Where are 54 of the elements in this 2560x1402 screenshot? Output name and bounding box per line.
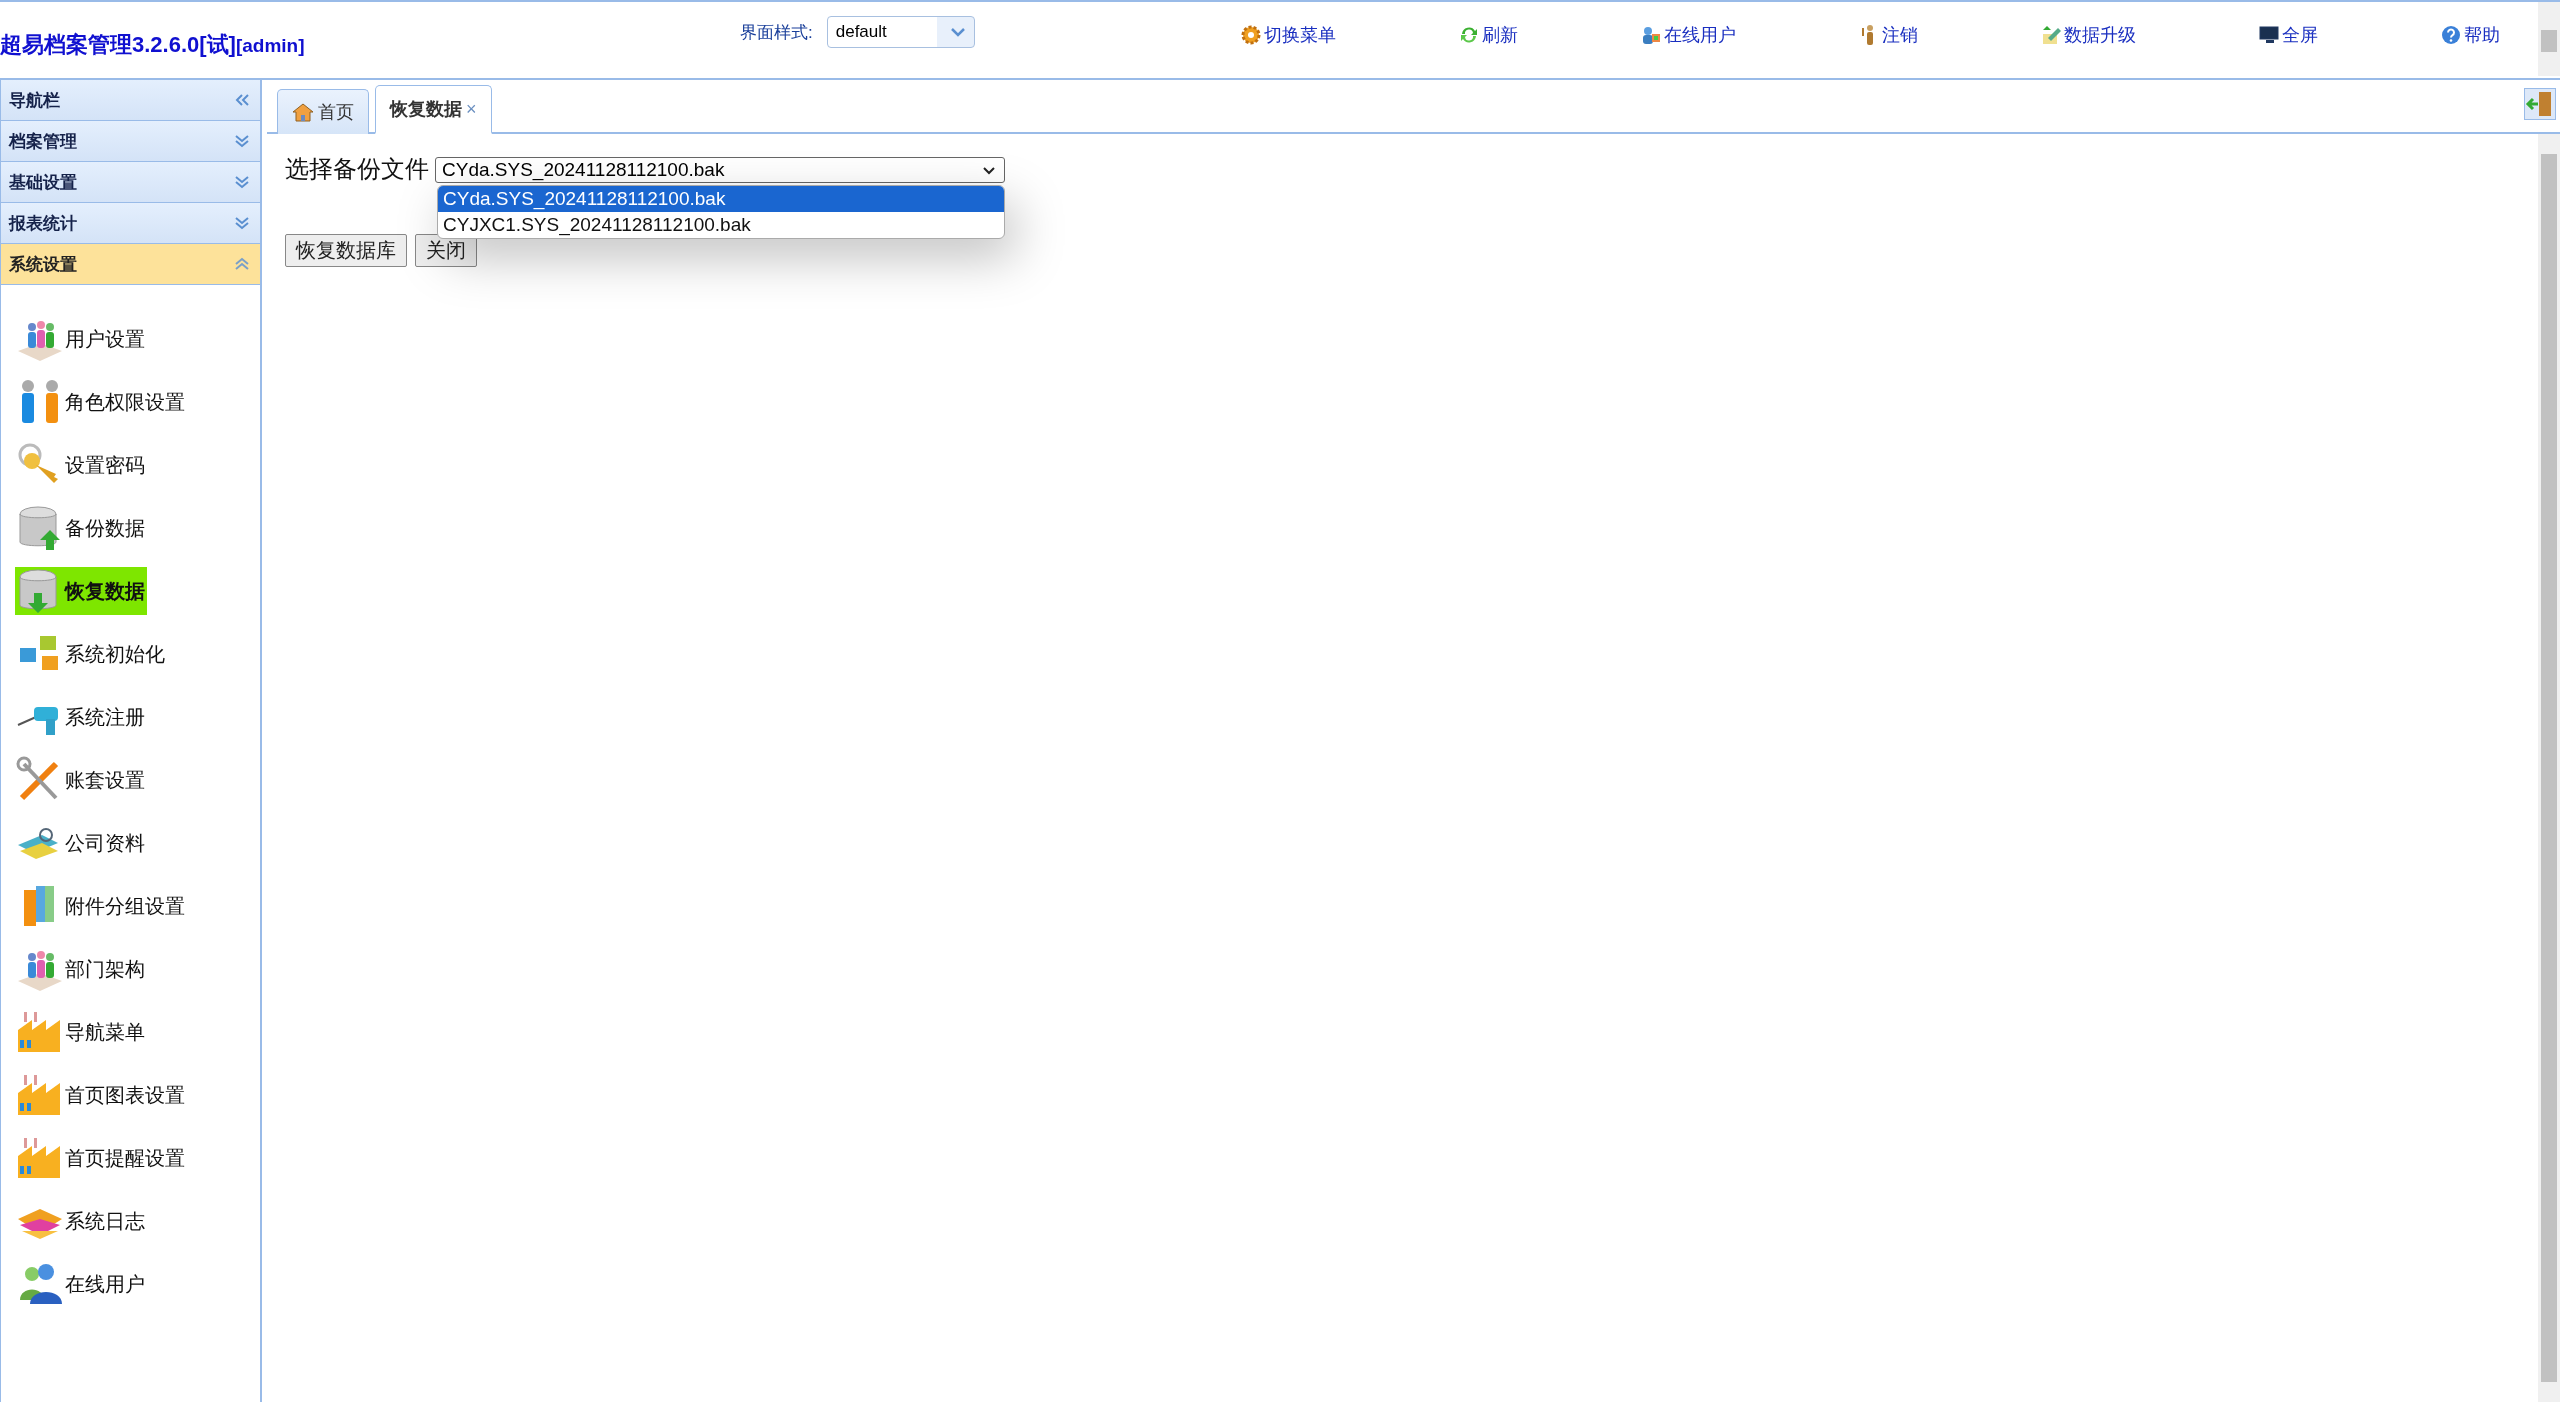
help-icon — [2440, 24, 2462, 46]
menu-item[interactable]: 备份数据 — [15, 504, 145, 552]
menu-item[interactable]: 账套设置 — [15, 756, 145, 804]
backup-file-select[interactable]: CYda.SYS_20241128112100.bak — [435, 157, 1005, 183]
menu-item[interactable]: 导航菜单 — [15, 1008, 145, 1056]
user-name: [admin] — [235, 35, 305, 56]
chevrons-down-icon — [234, 216, 250, 230]
home-icon — [292, 102, 314, 122]
scrollbar[interactable] — [2538, 2, 2560, 76]
chevrons-up-icon — [234, 257, 250, 271]
menu-item[interactable]: 附件分组设置 — [15, 882, 185, 930]
menu-item[interactable]: 用户设置 — [15, 315, 145, 363]
menu-item[interactable]: 系统初始化 — [15, 630, 165, 678]
toolbar-link[interactable]: 注销 — [1858, 23, 1918, 47]
menu-item[interactable]: 恢复数据 — [15, 567, 147, 615]
chevron-down-icon — [949, 27, 966, 37]
menu-item[interactable]: 系统日志 — [15, 1197, 145, 1245]
dropdown-option[interactable]: CYda.SYS_20241128112100.bak — [438, 186, 1004, 212]
toolbar-link[interactable]: 帮助 — [2440, 23, 2500, 47]
app-title: 超易档案管理3.2.6.0[试] — [0, 32, 236, 57]
menu-item[interactable]: 在线用户 — [15, 1260, 145, 1308]
tab[interactable]: 恢复数据 × — [375, 85, 492, 134]
theme-select[interactable]: default — [826, 16, 975, 48]
menu-item[interactable]: 系统注册 — [15, 693, 145, 741]
collapse-icon[interactable] — [234, 93, 250, 107]
toolbar-link[interactable]: 刷新 — [1458, 23, 1518, 47]
chevrons-down-icon — [234, 134, 250, 148]
accordion-header[interactable]: 报表统计 — [1, 203, 260, 244]
menu-item[interactable]: 角色权限设置 — [15, 378, 185, 426]
menu-item[interactable]: 部门架构 — [15, 945, 145, 993]
menu-item[interactable]: 首页图表设置 — [15, 1071, 185, 1119]
field-label: 选择备份文件 — [285, 154, 429, 184]
theme-label: 界面样式: — [740, 21, 813, 44]
chevron-down-icon — [982, 165, 996, 175]
monitor-icon — [2258, 24, 2280, 46]
menu-item[interactable]: 公司资料 — [15, 819, 145, 867]
scrollbar[interactable] — [2538, 134, 2560, 1402]
menu-item[interactable]: 首页提醒设置 — [15, 1134, 185, 1182]
gear-icon — [1240, 24, 1262, 46]
toolbar-link[interactable]: 全屏 — [2258, 23, 2318, 47]
form-button[interactable]: 恢复数据库 — [285, 234, 407, 267]
toolbar-link[interactable]: 在线用户 — [1640, 23, 1736, 47]
tab[interactable]: 首页 — [277, 89, 369, 134]
pencil-icon — [2040, 24, 2062, 46]
accordion-header[interactable]: 档案管理 — [1, 121, 260, 162]
sidebar-header: 导航栏 — [1, 80, 260, 121]
users-icon — [1640, 24, 1662, 46]
menu-item[interactable]: 设置密码 — [15, 441, 145, 489]
toolbar-link[interactable]: 切换菜单 — [1240, 23, 1336, 47]
chevrons-down-icon — [234, 175, 250, 189]
exit-door-icon[interactable] — [2524, 88, 2556, 120]
toolbar-link[interactable]: 数据升级 — [2040, 23, 2136, 47]
accordion-header[interactable]: 系统设置 — [1, 244, 260, 285]
accordion-header[interactable]: 基础设置 — [1, 162, 260, 203]
